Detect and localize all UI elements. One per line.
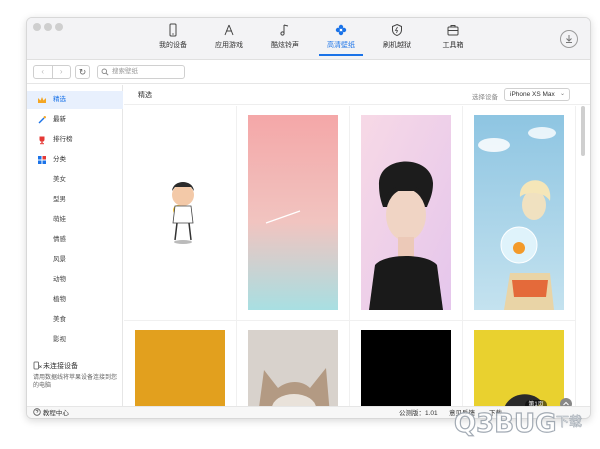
sidebar-item-label: 排行榜 bbox=[53, 136, 73, 143]
device-status-title: 未连接设备 bbox=[43, 363, 78, 370]
tab-ringtones[interactable]: 酷炫铃声 bbox=[257, 21, 313, 50]
sidebar-item-label: 精选 bbox=[53, 96, 66, 103]
sidebar-subitem[interactable]: 美女 bbox=[27, 171, 123, 189]
phone-icon bbox=[169, 23, 177, 37]
device-status-desc: 请用数据线将苹果设备连接到您的电脑 bbox=[33, 375, 118, 389]
scrollbar[interactable] bbox=[581, 106, 585, 156]
tab-apps-games[interactable]: 应用游戏 bbox=[201, 21, 257, 50]
wallpaper-card[interactable] bbox=[463, 321, 576, 415]
toolbox-icon bbox=[447, 25, 459, 36]
search-placeholder: 搜索壁纸 bbox=[112, 68, 138, 75]
tab-toolbox[interactable]: 工具箱 bbox=[425, 21, 481, 50]
wallpaper-card[interactable] bbox=[124, 321, 237, 415]
help-center-label: 教程中心 bbox=[42, 410, 69, 417]
trophy-icon bbox=[39, 136, 45, 145]
forward-button[interactable]: › bbox=[53, 66, 71, 78]
title-bar: 我的设备 应用游戏 酷炫铃声 高清壁纸 刷机越狱 工具箱 bbox=[27, 18, 590, 60]
wallpaper-thumbnail bbox=[361, 330, 451, 415]
sidebar-subitem[interactable]: 动物 bbox=[27, 271, 123, 289]
wallpaper-cartoon-boy bbox=[135, 115, 225, 310]
page-title: 精选 bbox=[138, 92, 152, 99]
device-select-value: iPhone XS Max bbox=[510, 91, 555, 98]
device-status: 未连接设备 请用数据线将苹果设备连接到您的电脑 bbox=[33, 361, 119, 390]
wallpaper-thumbnail bbox=[135, 330, 225, 415]
back-button[interactable]: ‹ bbox=[34, 66, 53, 78]
flower-icon bbox=[335, 24, 347, 36]
wallpaper-pink-gradient bbox=[248, 115, 338, 310]
tab-wallpapers[interactable]: 高清壁纸 bbox=[313, 21, 369, 56]
sidebar-item-featured[interactable]: 精选 bbox=[27, 91, 123, 109]
tab-label: 我的设备 bbox=[159, 42, 187, 49]
tab-label: 高清壁纸 bbox=[327, 42, 355, 49]
app-window: 我的设备 应用游戏 酷炫铃声 高清壁纸 刷机越狱 工具箱 ‹ › ↻ 搜索壁纸 … bbox=[26, 17, 591, 419]
zoom-window-button[interactable] bbox=[55, 23, 63, 31]
minimize-window-button[interactable] bbox=[44, 23, 52, 31]
wallpaper-girl-fishbowl bbox=[474, 115, 564, 310]
panel-header: 精选 选择设备 iPhone XS Max ⌄ bbox=[124, 85, 590, 105]
flash-icon bbox=[392, 23, 402, 37]
sidebar-item-label: 分类 bbox=[53, 156, 66, 163]
wallpaper-portrait-man bbox=[361, 115, 451, 310]
search-input[interactable]: 搜索壁纸 bbox=[97, 65, 185, 79]
sidebar-item-category[interactable]: 分类 bbox=[27, 151, 123, 169]
sidebar-subitem[interactable]: 萌娃 bbox=[27, 211, 123, 229]
device-disconnected-icon bbox=[33, 361, 42, 370]
sidebar-subitem[interactable]: 风景 bbox=[27, 251, 123, 269]
tab-label: 应用游戏 bbox=[215, 42, 243, 49]
chevron-down-icon: ⌄ bbox=[559, 91, 565, 97]
sidebar-subitem[interactable]: 情感 bbox=[27, 231, 123, 249]
close-window-button[interactable] bbox=[33, 23, 41, 31]
download-manager-button[interactable] bbox=[560, 30, 578, 48]
appstore-icon bbox=[224, 24, 234, 36]
wallpaper-card[interactable] bbox=[350, 321, 463, 415]
watermark-logo-graphic: Q3BUG 下载 bbox=[453, 408, 582, 439]
wallpaper-card[interactable] bbox=[124, 106, 237, 321]
sidebar-item-latest[interactable]: 最新 bbox=[27, 111, 123, 129]
sidebar-item-label: 最新 bbox=[53, 116, 66, 123]
svg-text:Q3BUG: Q3BUG bbox=[454, 409, 556, 439]
wallpaper-card[interactable] bbox=[237, 106, 350, 321]
crown-icon bbox=[38, 97, 46, 103]
tab-label: 酷炫铃声 bbox=[271, 42, 299, 49]
svg-text:下载: 下载 bbox=[556, 415, 582, 430]
wallpaper-cat bbox=[248, 330, 338, 415]
search-icon bbox=[101, 68, 109, 76]
toolbar: ‹ › ↻ 搜索壁纸 bbox=[27, 60, 590, 84]
top-nav: 我的设备 应用游戏 酷炫铃声 高清壁纸 刷机越狱 工具箱 bbox=[145, 21, 481, 56]
history-nav: ‹ › bbox=[33, 65, 71, 79]
tab-my-device[interactable]: 我的设备 bbox=[145, 21, 201, 50]
tab-flash-jailbreak[interactable]: 刷机越狱 bbox=[369, 21, 425, 50]
category-grid-icon bbox=[38, 156, 46, 164]
device-select-label: 选择设备 bbox=[472, 94, 498, 101]
sidebar: 精选 最新 排行榜 分类 美女 型男 萌娃 情感 风景 动物 植物 美食 影视 … bbox=[27, 85, 123, 407]
tab-label: 刷机越狱 bbox=[383, 42, 411, 49]
download-icon bbox=[566, 35, 572, 43]
music-note-icon bbox=[280, 24, 289, 36]
version-text: 公测版：1.01 bbox=[399, 410, 438, 417]
sidebar-subitem[interactable]: 美食 bbox=[27, 311, 123, 329]
help-icon bbox=[33, 408, 41, 416]
watermark-logo: Q3BUG 下载 bbox=[452, 396, 600, 445]
help-center-link[interactable]: 教程中心 bbox=[33, 407, 69, 418]
sidebar-item-ranking[interactable]: 排行榜 bbox=[27, 131, 123, 149]
tab-label: 工具箱 bbox=[442, 42, 464, 49]
wallpaper-grid bbox=[124, 106, 576, 415]
sidebar-subitem[interactable]: 影视 bbox=[27, 331, 123, 349]
sidebar-subitem[interactable]: 型男 bbox=[27, 191, 123, 209]
wallpaper-panel: 精选 选择设备 iPhone XS Max ⌄ 第1页 bbox=[124, 85, 590, 415]
magic-wand-icon bbox=[38, 116, 46, 124]
sidebar-subitem[interactable]: 植物 bbox=[27, 291, 123, 309]
wallpaper-card[interactable] bbox=[237, 321, 350, 415]
wallpaper-card[interactable] bbox=[350, 106, 463, 321]
wallpaper-card[interactable] bbox=[463, 106, 576, 321]
refresh-button[interactable]: ↻ bbox=[75, 65, 90, 79]
device-select[interactable]: iPhone XS Max ⌄ bbox=[504, 88, 570, 101]
